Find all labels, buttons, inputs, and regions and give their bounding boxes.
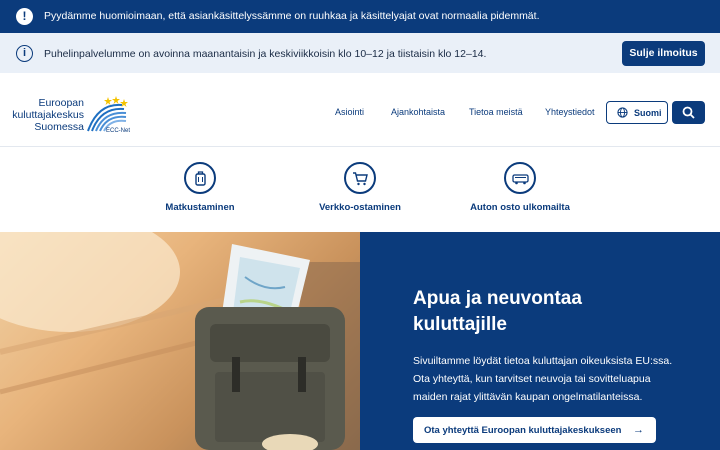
shopping-cart-icon: [353, 172, 368, 186]
logo-line-3: Suomessa: [34, 121, 84, 133]
category-label: Auton osto ulkomailta: [470, 202, 570, 213]
category-verkko-ostaminen[interactable]: Verkko-ostaminen: [290, 162, 430, 213]
search-button[interactable]: [672, 101, 705, 124]
car-icon: [512, 174, 529, 185]
info-icon: i: [16, 45, 33, 62]
globe-icon: [617, 107, 628, 118]
alert-banner: ! Pyydämme huomioimaan, että asiankäsitt…: [0, 0, 720, 33]
language-button[interactable]: Suomi: [606, 101, 668, 124]
notice-text: Puhelinpalvelumme on avoinna maanantaisi…: [44, 48, 487, 60]
hero-image: [0, 232, 360, 450]
category-label: Verkko-ostaminen: [319, 202, 401, 213]
arrow-right-icon: →: [633, 424, 644, 436]
category-label: Matkustaminen: [165, 202, 235, 213]
nav-item-asiointi[interactable]: Asiointi: [335, 107, 364, 117]
category-matkustaminen[interactable]: Matkustaminen: [130, 162, 270, 213]
site-logo[interactable]: Euroopan kuluttajakeskus Suomessa ECC-Ne…: [12, 95, 136, 134]
category-auton-osto[interactable]: Auton osto ulkomailta: [450, 162, 590, 213]
alert-text: Pyydämme huomioimaan, että asiankäsittel…: [44, 10, 540, 22]
ecc-net-logo-icon: ECC-Net: [87, 96, 130, 134]
nav-item-tietoa-meista[interactable]: Tietoa meistä: [469, 107, 523, 117]
category-row: Matkustaminen Verkko-ostaminen Auton ost…: [0, 148, 720, 232]
hero-text: Sivuiltamme löydät tietoa kuluttajan oik…: [413, 355, 673, 403]
nav-item-ajankohtaista[interactable]: Ajankohtaista: [391, 107, 445, 117]
logo-line-2: kuluttajakeskus: [12, 109, 84, 121]
logo-line-1: Euroopan: [38, 97, 84, 109]
exclamation-icon: !: [16, 8, 33, 25]
language-label: Suomi: [634, 108, 662, 118]
contact-cta-button[interactable]: Ota yhteyttä Euroopan kuluttajakeskuksee…: [413, 417, 656, 443]
backpack-with-map-image: [0, 232, 360, 450]
suitcase-icon: [195, 171, 206, 186]
site-header: Euroopan kuluttajakeskus Suomessa ECC-Ne…: [0, 73, 720, 147]
logo-badge: ECC-Net: [106, 128, 130, 134]
notice-banner: i Puhelinpalvelumme on avoinna maanantai…: [0, 33, 720, 73]
close-notice-button[interactable]: Sulje ilmoitus: [622, 41, 705, 66]
cta-label: Ota yhteyttä Euroopan kuluttajakeskuksee…: [424, 425, 622, 436]
hero-panel: Apua ja neuvontaa kuluttajille Sivuiltam…: [360, 232, 720, 450]
search-icon: [682, 106, 695, 119]
nav-item-yhteystiedot[interactable]: Yhteystiedot: [545, 107, 595, 117]
hero-title: Apua ja neuvontaa kuluttajille: [413, 288, 582, 335]
